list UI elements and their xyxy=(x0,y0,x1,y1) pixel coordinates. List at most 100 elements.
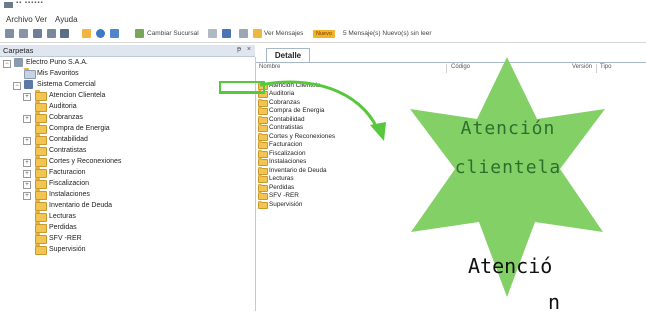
tree-item[interactable]: Perdidas xyxy=(2,222,202,233)
expand-icon[interactable]: + xyxy=(23,93,31,101)
tree-item-label: Cortes y Reconexiones xyxy=(49,158,122,165)
print-icon[interactable] xyxy=(239,29,248,38)
expand-icon[interactable]: + xyxy=(23,170,31,178)
tree-item-label: Supervisión xyxy=(49,246,86,253)
folder-icon xyxy=(35,145,47,156)
panel-icon[interactable] xyxy=(222,29,231,38)
tree-item-label: Perdidas xyxy=(49,224,77,231)
tree-item-label: Contabilidad xyxy=(49,136,88,143)
folder-icon xyxy=(258,150,268,158)
filter-icon[interactable] xyxy=(19,29,28,38)
tree-item-label: SFV -RER xyxy=(49,235,82,242)
list-item-label: Supervisión xyxy=(269,201,303,208)
tree-item[interactable]: + Cortes y Reconexiones xyxy=(2,156,202,167)
list-item-label: Fiscalizacion xyxy=(269,150,306,157)
list-item-label: Perdidas xyxy=(269,184,295,191)
title-bar: ▪▪ ▪▪▪▪▪▪ xyxy=(0,0,646,12)
folder-icon xyxy=(35,178,47,189)
menu-ayuda[interactable]: Ayuda xyxy=(55,15,78,24)
tree-item-label: Inventario de Deuda xyxy=(49,202,113,209)
tree-item[interactable]: + Atencion Clientela xyxy=(2,90,202,101)
list-item-label: Lecturas xyxy=(269,175,294,182)
tree-item-label: Auditoria xyxy=(49,103,77,110)
tree-item[interactable]: Contratistas xyxy=(2,145,202,156)
menu-bar: Archivo Ver Ayuda xyxy=(0,13,646,27)
folder-icon xyxy=(35,211,47,222)
folder-icon xyxy=(35,156,47,167)
folder-icon xyxy=(258,201,268,209)
star-text-line2: clientela xyxy=(454,157,562,178)
tree-item[interactable]: SFV -RER xyxy=(2,233,202,244)
expand-icon[interactable]: + xyxy=(23,115,31,123)
tab-detalle[interactable]: Detalle xyxy=(266,48,310,62)
tree-root-label: Electro Puno S.A.A. xyxy=(26,59,88,66)
app-icon xyxy=(4,2,13,8)
tree-item[interactable]: Compra de Energia xyxy=(2,123,202,134)
folder-icon xyxy=(258,158,268,166)
collapse-icon[interactable]: − xyxy=(3,60,11,68)
collapse-icon[interactable]: − xyxy=(13,82,21,90)
folder-icon xyxy=(35,222,47,233)
tree-item[interactable]: + Cobranzas xyxy=(2,112,202,123)
tree-item[interactable]: + Contabilidad xyxy=(2,134,202,145)
folder-icon xyxy=(35,134,47,145)
list-item-label: Inventario de Deuda xyxy=(269,167,327,174)
menu-archivo[interactable]: Archivo xyxy=(6,15,33,24)
home-icon[interactable] xyxy=(82,29,91,38)
network-icon[interactable] xyxy=(110,29,119,38)
tree-item[interactable]: + Fiscalizacion xyxy=(2,178,202,189)
menu-ver[interactable]: Ver xyxy=(35,15,47,24)
folder-icon xyxy=(35,90,47,101)
carpetas-title: Carpetas xyxy=(3,46,34,55)
close-panel-icon[interactable]: × xyxy=(247,46,251,53)
change-branch-icon[interactable] xyxy=(135,29,144,38)
mail-icon[interactable] xyxy=(253,29,262,38)
pin-panel-icon[interactable]: ᵽ xyxy=(237,46,241,53)
refresh-icon[interactable] xyxy=(60,29,69,38)
tree-item[interactable]: Lecturas xyxy=(2,211,202,222)
expand-icon[interactable]: + xyxy=(23,159,31,167)
expand-icon[interactable]: + xyxy=(23,181,31,189)
expand-icon[interactable]: + xyxy=(23,192,31,200)
tree-item-label: Cobranzas xyxy=(49,114,83,121)
globe-icon[interactable] xyxy=(96,29,105,38)
sort-icon[interactable] xyxy=(5,29,14,38)
tree-item-label: Atencion Clientela xyxy=(49,92,106,99)
tree-node-favoritos[interactable]: Mis Favoritos xyxy=(2,68,202,79)
folder-icon xyxy=(258,167,268,175)
tree-item-label: Lecturas xyxy=(49,213,76,220)
new-badge: Nuevo xyxy=(313,30,335,38)
ver-mensajes-button[interactable]: Ver Mensajes xyxy=(264,30,303,37)
tree-item-label: Contratistas xyxy=(49,147,87,154)
tree-item-label: Facturacion xyxy=(49,169,86,176)
tree-node-sistema[interactable]: − Sistema Comercial xyxy=(2,80,202,90)
tree-item[interactable]: Auditoria xyxy=(2,101,202,112)
tree-item[interactable]: + Facturacion xyxy=(2,167,202,178)
grid-view-icon[interactable] xyxy=(47,29,56,38)
tree-item[interactable]: Inventario de Deuda xyxy=(2,200,202,211)
folder-icon xyxy=(35,189,47,200)
tree-item-label: Fiscalizacion xyxy=(49,180,90,187)
tree-item[interactable]: + Instalaciones xyxy=(2,189,202,200)
column-nombre[interactable]: Nombre xyxy=(259,64,280,70)
callout-arrow xyxy=(259,80,386,141)
tree-item[interactable]: Supervisión xyxy=(2,244,202,255)
caption-line2: n xyxy=(548,290,561,314)
system-icon xyxy=(24,80,33,89)
folder-icon xyxy=(35,167,47,178)
company-icon xyxy=(14,58,23,67)
cambiar-sucursal-button[interactable]: Cambiar Sucursal xyxy=(147,30,199,37)
star-text-line1: Atención xyxy=(460,118,556,139)
list-item-label: Instalaciones xyxy=(269,158,307,165)
toolbar: Cambiar Sucursal Ver Mensajes Nuevo 5 Me… xyxy=(0,26,646,43)
pin-icon[interactable] xyxy=(208,29,217,38)
tree-node-root[interactable]: − Electro Puno S.A.A. xyxy=(2,58,202,68)
folder-icon xyxy=(35,123,47,134)
folder-icon xyxy=(258,184,268,192)
messages-status: 5 Mensaje(s) Nuevo(s) sin leer xyxy=(343,30,432,37)
expand-icon[interactable]: + xyxy=(23,137,31,145)
tree-favoritos-label: Mis Favoritos xyxy=(37,70,79,77)
folder-icon xyxy=(35,200,47,211)
list-view-icon[interactable] xyxy=(33,29,42,38)
folder-icon xyxy=(258,175,268,183)
